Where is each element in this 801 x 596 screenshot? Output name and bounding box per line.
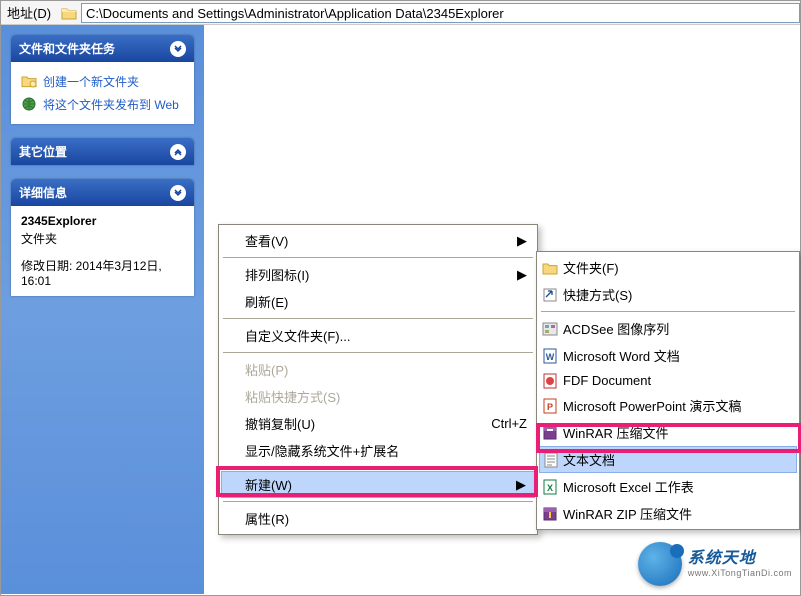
detail-modified: 修改日期: 2014年3月12日, 16:01	[21, 257, 184, 288]
task-label: 将这个文件夹发布到 Web	[43, 96, 179, 113]
main-area: 文件和文件夹任务 创建一个新文件夹 将这个文件夹发布到 Web 其它位置	[1, 25, 800, 594]
menu-item[interactable]: 撤销复制(U) Ctrl+Z	[221, 410, 535, 437]
detail-name: 2345Explorer	[21, 214, 184, 228]
other-places-title: 其它位置	[19, 143, 67, 160]
folder-icon	[61, 6, 77, 20]
context-menu-new-submenu: 文件夹(F) 快捷方式(S) ACDSee 图像序列 W Microsoft Word …	[536, 251, 800, 530]
menu-item: 粘贴(P)	[221, 356, 535, 383]
menu-item[interactable]: 排列图标(I) ▶	[221, 261, 535, 288]
menu-item[interactable]: 刷新(E)	[221, 288, 535, 315]
watermark-title: 系统天地	[688, 549, 792, 568]
details-header[interactable]: 详细信息	[11, 179, 194, 206]
menu-item[interactable]: 新建(W) ▶	[221, 471, 535, 498]
svg-text:X: X	[547, 483, 553, 493]
other-places-panel: 其它位置	[11, 138, 194, 165]
menu-item-label: ACDSee 图像序列	[563, 319, 669, 338]
task-label: 创建一个新文件夹	[43, 73, 139, 90]
svg-text:W: W	[546, 352, 555, 362]
menu-item-label: 粘贴快捷方式(S)	[245, 387, 340, 406]
menu-item-label: FDF Document	[563, 373, 651, 388]
new-folder-icon	[21, 73, 37, 89]
context-menu-main: 查看(V) ▶ 排列图标(I) ▶ 刷新(E) 自定义文件夹(F)... 粘贴(P) 粘贴快捷…	[218, 224, 538, 535]
menu-item[interactable]: 查看(V) ▶	[221, 227, 535, 254]
collapse-icon[interactable]	[170, 185, 186, 201]
menu-item[interactable]: 自定义文件夹(F)...	[221, 322, 535, 349]
rar-icon	[541, 425, 559, 441]
address-bar: 地址(D) C:\Documents and Settings\Administ…	[1, 1, 800, 25]
watermark: 系统天地 www.XiTongTianDi.com	[638, 542, 792, 586]
details-title: 详细信息	[19, 184, 67, 201]
folder-icon	[541, 260, 559, 276]
menu-item[interactable]: WinRAR ZIP 压缩文件	[539, 500, 797, 527]
menu-item-label: 显示/隐藏系统文件+扩展名	[245, 441, 399, 460]
submenu-arrow-icon: ▶	[517, 233, 527, 249]
menu-item-label: 快捷方式(S)	[563, 285, 632, 304]
menu-item-label: Microsoft Excel 工作表	[563, 477, 694, 496]
tasks-panel-header[interactable]: 文件和文件夹任务	[11, 35, 194, 62]
address-path-input[interactable]: C:\Documents and Settings\Administrator\…	[81, 3, 800, 23]
menu-separator	[223, 501, 533, 502]
menu-item-label: Microsoft Word 文档	[563, 346, 680, 365]
menu-item[interactable]: FDF Document	[539, 369, 797, 392]
collapse-icon[interactable]	[170, 41, 186, 57]
menu-item-label: 属性(R)	[245, 509, 289, 528]
menu-item[interactable]: P Microsoft PowerPoint 演示文稿	[539, 392, 797, 419]
address-label: 地址(D)	[1, 3, 57, 22]
acdsee-icon	[541, 321, 559, 337]
menu-item-label: 刷新(E)	[245, 292, 288, 311]
menu-item-label: 撤销复制(U)	[245, 414, 315, 433]
detail-type: 文件夹	[21, 230, 184, 247]
menu-item[interactable]: 文件夹(F)	[539, 254, 797, 281]
menu-item-label: 文件夹(F)	[563, 258, 619, 277]
menu-separator	[223, 467, 533, 468]
menu-item-label: 文本文档	[563, 450, 615, 469]
tasks-panel-title: 文件和文件夹任务	[19, 40, 115, 57]
task-new-folder[interactable]: 创建一个新文件夹	[21, 70, 184, 93]
menu-item-label: 粘贴(P)	[245, 360, 288, 379]
watermark-logo-icon	[638, 542, 682, 586]
menu-item-label: 排列图标(I)	[245, 265, 309, 284]
watermark-url: www.XiTongTianDi.com	[688, 568, 792, 579]
tasks-panel: 文件和文件夹任务 创建一个新文件夹 将这个文件夹发布到 Web	[11, 35, 194, 124]
menu-item-label: 新建(W)	[245, 475, 292, 494]
txt-icon	[542, 452, 560, 468]
expand-icon[interactable]	[170, 144, 186, 160]
menu-separator	[541, 311, 795, 312]
excel-icon: X	[541, 479, 559, 495]
task-publish-web[interactable]: 将这个文件夹发布到 Web	[21, 93, 184, 116]
menu-item-label: WinRAR ZIP 压缩文件	[563, 504, 692, 523]
menu-item[interactable]: X Microsoft Excel 工作表	[539, 473, 797, 500]
menu-separator	[223, 352, 533, 353]
content-area[interactable]: 查看(V) ▶ 排列图标(I) ▶ 刷新(E) 自定义文件夹(F)... 粘贴(P) 粘贴快捷…	[204, 25, 800, 594]
word-icon: W	[541, 348, 559, 364]
menu-shortcut: Ctrl+Z	[491, 416, 527, 431]
menu-separator	[223, 318, 533, 319]
submenu-arrow-icon: ▶	[517, 267, 527, 283]
menu-item[interactable]: ACDSee 图像序列	[539, 315, 797, 342]
shortcut-icon	[541, 287, 559, 303]
details-panel: 详细信息 2345Explorer 文件夹 修改日期: 2014年3月12日, …	[11, 179, 194, 296]
menu-item-label: 自定义文件夹(F)...	[245, 326, 350, 345]
menu-item: 粘贴快捷方式(S)	[221, 383, 535, 410]
ppt-icon: P	[541, 398, 559, 414]
zip-icon	[541, 506, 559, 522]
menu-item[interactable]: 属性(R)	[221, 505, 535, 532]
fdf-icon	[541, 373, 559, 389]
menu-item[interactable]: WinRAR 压缩文件	[539, 419, 797, 446]
sidebar: 文件和文件夹任务 创建一个新文件夹 将这个文件夹发布到 Web 其它位置	[1, 25, 204, 594]
menu-item-label: WinRAR 压缩文件	[563, 423, 668, 442]
web-publish-icon	[21, 96, 37, 112]
menu-item[interactable]: 文本文档	[539, 446, 797, 473]
menu-item-label: 查看(V)	[245, 231, 288, 250]
menu-item[interactable]: 快捷方式(S)	[539, 281, 797, 308]
menu-item[interactable]: W Microsoft Word 文档	[539, 342, 797, 369]
svg-text:P: P	[547, 402, 553, 412]
other-places-header[interactable]: 其它位置	[11, 138, 194, 165]
menu-separator	[223, 257, 533, 258]
menu-item-label: Microsoft PowerPoint 演示文稿	[563, 396, 741, 415]
menu-item[interactable]: 显示/隐藏系统文件+扩展名	[221, 437, 535, 464]
submenu-arrow-icon: ▶	[516, 477, 526, 493]
